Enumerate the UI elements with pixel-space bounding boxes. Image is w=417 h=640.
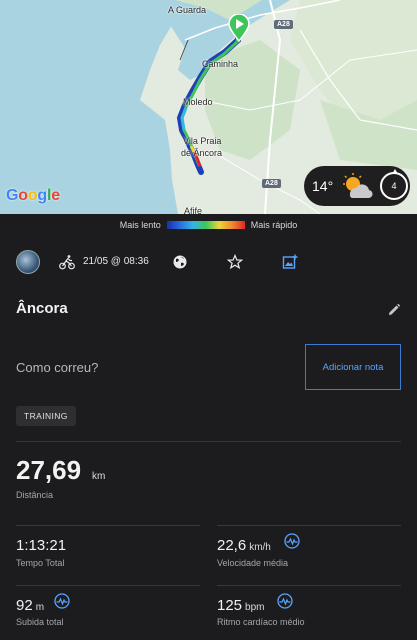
map-place-label: Vila Praia: [183, 136, 222, 146]
avg-speed-label: Velocidade média: [217, 558, 289, 568]
edit-pencil-icon[interactable]: [387, 303, 401, 317]
legend-fast-label: Mais rápido: [250, 220, 298, 230]
total-time-number: 1:13:21: [16, 537, 67, 554]
divider: [16, 525, 200, 526]
start-marker-icon: [228, 14, 250, 42]
map-place-label: de Âncora: [181, 148, 223, 158]
total-time-value: 1:13:21: [16, 537, 66, 554]
divider: [16, 441, 401, 442]
globe-icon[interactable]: [172, 254, 188, 270]
speed-legend: Mais lento Mais rápido: [0, 214, 417, 236]
total-time-label: Tempo Total: [16, 558, 65, 568]
ascent-unit: m: [35, 602, 45, 613]
heart-rate-unit: bpm: [245, 602, 265, 613]
road-badge: A28: [262, 179, 281, 188]
add-photo-icon[interactable]: [282, 254, 298, 270]
divider: [16, 585, 200, 586]
speed-gradient-bar: [166, 221, 245, 229]
avg-speed-value: 22,6 km/h: [217, 537, 271, 554]
heart-rate-value: 125 bpm: [217, 597, 264, 614]
map-place-label: Moledo: [183, 97, 213, 107]
distance-value: 27,69: [16, 455, 82, 485]
elevation-chart-icon[interactable]: [54, 593, 70, 609]
legend-slow-label: Mais lento: [119, 220, 161, 230]
weather-temperature: 14°: [312, 178, 334, 194]
ascent-label: Subida total: [16, 617, 64, 627]
distance-label: Distância: [16, 490, 54, 500]
wind-speed: 4: [391, 181, 397, 191]
avg-speed-number: 22,6: [217, 537, 247, 554]
avatar[interactable]: [16, 250, 40, 274]
ascent-value: 92 m: [16, 597, 44, 614]
how-did-it-go-prompt: Como correu?: [16, 360, 99, 375]
divider: [217, 525, 401, 526]
distance-unit: km: [92, 471, 106, 482]
star-icon[interactable]: [227, 254, 243, 270]
wind-indicator: 4: [380, 169, 408, 200]
ascent-number: 92: [16, 597, 33, 614]
add-note-button[interactable]: Adicionar nota: [305, 344, 401, 390]
map-place-label: A Guarda: [168, 5, 207, 15]
cycling-icon: [59, 255, 75, 270]
activity-title: Âncora: [16, 300, 68, 317]
google-logo: Google: [6, 187, 60, 204]
partly-cloudy-icon: [340, 173, 374, 199]
heart-rate-chart-icon[interactable]: [277, 593, 293, 609]
speed-chart-icon[interactable]: [284, 533, 300, 549]
activity-datetime: 21/05 @ 08:36: [83, 256, 149, 267]
heart-rate-label: Ritmo cardíaco médio: [217, 617, 305, 627]
divider: [217, 585, 401, 586]
activity-type-badge: TRAINING: [16, 406, 76, 426]
map-place-label: Afife: [184, 206, 203, 214]
activity-meta-row: 21/05 @ 08:36: [0, 248, 417, 278]
weather-widget[interactable]: 14° 4: [304, 166, 410, 206]
road-badge: A28: [274, 20, 293, 29]
map-place-label: Caminha: [202, 59, 239, 69]
heart-rate-number: 125: [217, 597, 243, 614]
route-map[interactable]: A Guarda Caminha Moledo Vila Praia de Ân…: [0, 0, 417, 214]
avg-speed-unit: km/h: [249, 542, 271, 553]
